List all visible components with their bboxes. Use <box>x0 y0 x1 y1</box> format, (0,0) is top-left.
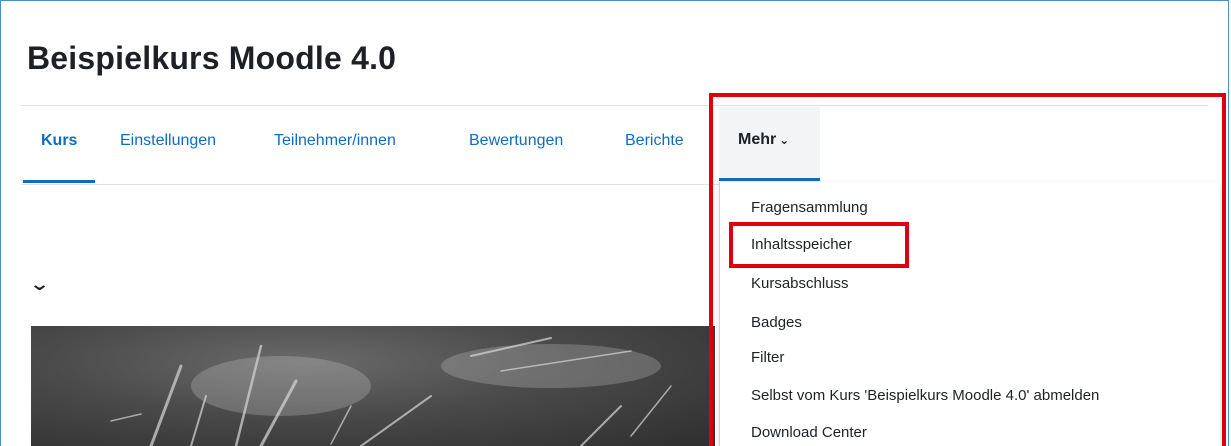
menu-item-filter[interactable]: Filter <box>751 349 784 366</box>
course-image <box>31 326 715 446</box>
menu-item-inhaltsspeicher[interactable]: Inhaltsspeicher <box>751 236 852 253</box>
tab-bewertungen[interactable]: Bewertungen <box>469 106 563 182</box>
chevron-down-icon: ⌄ <box>779 133 790 147</box>
menu-item-kursabschluss[interactable]: Kursabschluss <box>751 275 849 292</box>
menu-item-abmelden[interactable]: Selbst vom Kurs 'Beispielkurs Moodle 4.0… <box>751 387 1099 404</box>
tab-mehr-underline <box>719 178 820 181</box>
tab-berichte[interactable]: Berichte <box>625 106 684 182</box>
section-collapse-chevron-down-icon[interactable]: ⌄ <box>29 274 50 295</box>
mehr-dropdown-menu: Fragensammlung Inhaltsspeicher Kursabsch… <box>719 182 1220 446</box>
secondary-navigation: Kurs Einstellungen Teilnehmer/innen Bewe… <box>21 105 1208 185</box>
tab-einstellungen[interactable]: Einstellungen <box>120 106 216 182</box>
menu-item-fragensammlung[interactable]: Fragensammlung <box>751 199 868 216</box>
chalkboard-image <box>110 337 672 446</box>
tab-teilnehmer[interactable]: Teilnehmer/innen <box>274 106 396 182</box>
page-title: Beispielkurs Moodle 4.0 <box>27 40 397 76</box>
menu-item-badges[interactable]: Badges <box>751 314 802 331</box>
menu-item-download-center[interactable]: Download Center <box>751 424 867 441</box>
tab-mehr-label: Mehr <box>738 131 777 148</box>
tab-kurs[interactable]: Kurs <box>22 106 97 183</box>
tab-mehr[interactable]: Mehr ⌄ <box>738 105 789 181</box>
